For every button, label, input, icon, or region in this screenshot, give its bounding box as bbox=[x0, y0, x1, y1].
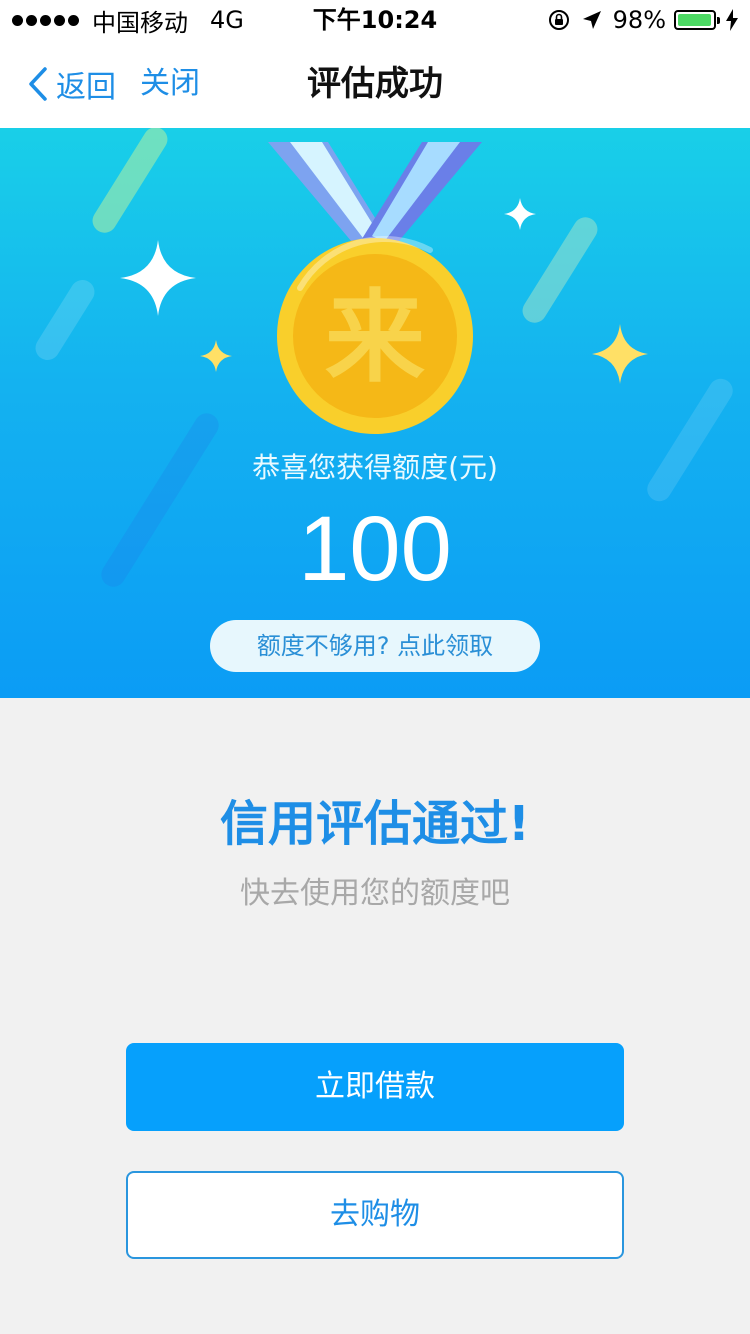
orientation-lock-icon bbox=[548, 10, 569, 30]
status-right: 98% bbox=[537, 4, 738, 36]
hero-banner: 来 恭喜您获得额度(元) 100 额度不够用? 点此领取 bbox=[0, 128, 750, 698]
battery-fill bbox=[678, 14, 712, 26]
quota-amount: 100 bbox=[298, 498, 452, 600]
charging-bolt-icon bbox=[726, 9, 738, 31]
page-title: 评估成功 bbox=[307, 64, 443, 104]
status-bar: 中国移动 4G 下午10:24 98% bbox=[0, 0, 750, 40]
location-arrow-icon bbox=[582, 11, 601, 29]
navigation-bar: 返回 关闭 评估成功 bbox=[0, 40, 750, 128]
result-subtitle: 快去使用您的额度吧 bbox=[240, 876, 510, 911]
go-shopping-button[interactable]: 去购物 bbox=[126, 1171, 624, 1259]
medal-illustration: 来 bbox=[120, 142, 648, 434]
get-more-quota-button[interactable]: 额度不够用? 点此领取 bbox=[210, 620, 540, 672]
borrow-now-button[interactable]: 立即借款 bbox=[126, 1043, 624, 1131]
medal-char: 来 bbox=[325, 279, 425, 396]
battery-percent: 98% bbox=[612, 6, 666, 34]
result-title: 信用评估通过! bbox=[220, 796, 530, 852]
quota-caption: 恭喜您获得额度(元) bbox=[252, 451, 498, 484]
battery-icon bbox=[674, 10, 720, 30]
